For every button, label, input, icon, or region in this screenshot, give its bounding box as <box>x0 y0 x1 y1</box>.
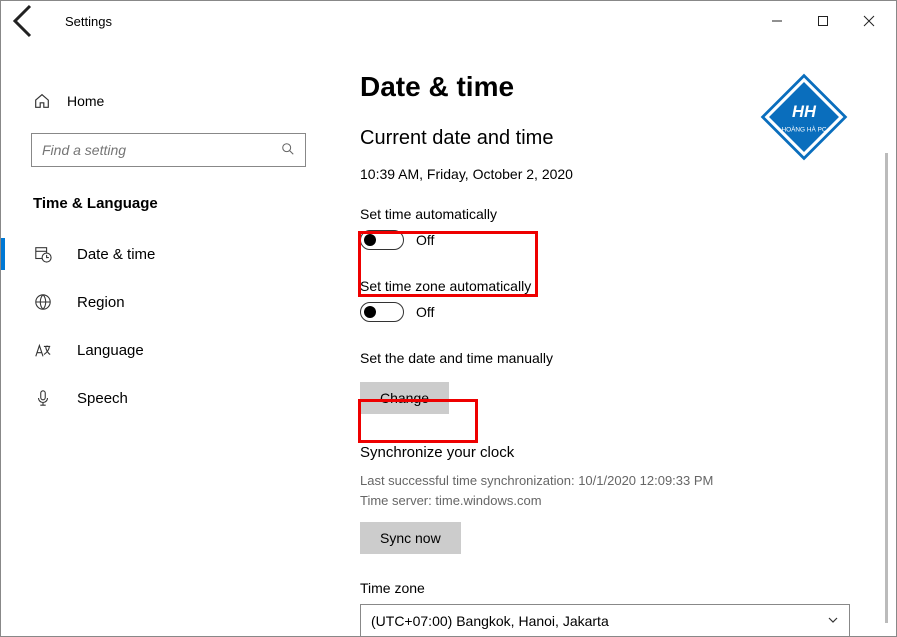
set-manual-label: Set the date and time manually <box>360 350 872 366</box>
sidebar-item-label: Speech <box>77 390 128 407</box>
language-icon <box>33 340 53 360</box>
scrollbar[interactable] <box>885 153 888 623</box>
sync-now-button[interactable]: Sync now <box>360 522 461 554</box>
set-time-auto-toggle-row: Off <box>360 230 872 250</box>
sync-heading: Synchronize your clock <box>360 444 872 461</box>
close-button[interactable] <box>846 5 892 37</box>
search-icon <box>281 142 295 159</box>
sidebar-item-language[interactable]: Language <box>1 326 336 374</box>
chevron-down-icon <box>827 613 839 629</box>
search-container <box>31 133 306 167</box>
sync-server: Time server: time.windows.com <box>360 491 872 511</box>
set-tz-auto-label: Set time zone automatically <box>360 278 872 294</box>
timezone-select[interactable]: (UTC+07:00) Bangkok, Hanoi, Jakarta <box>360 604 850 636</box>
window-title: Settings <box>65 14 112 29</box>
timezone-value: (UTC+07:00) Bangkok, Hanoi, Jakarta <box>371 613 609 629</box>
search-input[interactable] <box>31 133 306 167</box>
nav-home[interactable]: Home <box>1 79 336 123</box>
home-icon <box>33 92 51 110</box>
settings-window: Settings Home <box>0 0 897 637</box>
sidebar-item-speech[interactable]: Speech <box>1 374 336 422</box>
window-controls <box>754 5 892 37</box>
sidebar-item-label: Date & time <box>77 246 155 263</box>
logo-text: HOÀNG HÀ PC <box>781 125 826 134</box>
svg-text:HH: HH <box>792 102 817 121</box>
set-tz-auto-toggle-row: Off <box>360 302 872 322</box>
sidebar: Home Time & Language Date & time <box>1 41 336 636</box>
calendar-clock-icon <box>33 244 53 264</box>
brand-logo: HH HOÀNG HÀ PC <box>758 71 850 163</box>
sidebar-item-label: Language <box>77 342 144 359</box>
minimize-button[interactable] <box>754 5 800 37</box>
sync-section: Synchronize your clock Last successful t… <box>360 444 872 554</box>
sidebar-item-date-time[interactable]: Date & time <box>1 230 336 278</box>
sidebar-item-label: Region <box>77 294 125 311</box>
set-time-auto-toggle[interactable] <box>360 230 404 250</box>
set-time-auto-label: Set time automatically <box>360 206 872 222</box>
sidebar-group-header: Time & Language <box>1 177 336 230</box>
main-content: HH HOÀNG HÀ PC Date & time Current date … <box>336 41 896 636</box>
current-datetime-value: 10:39 AM, Friday, October 2, 2020 <box>360 166 872 182</box>
set-tz-auto-toggle[interactable] <box>360 302 404 322</box>
maximize-button[interactable] <box>800 5 846 37</box>
nav-home-label: Home <box>67 93 104 109</box>
change-button[interactable]: Change <box>360 382 449 414</box>
globe-icon <box>33 292 53 312</box>
set-time-auto-state: Off <box>416 232 434 248</box>
search-field[interactable] <box>42 142 281 158</box>
sidebar-item-region[interactable]: Region <box>1 278 336 326</box>
titlebar: Settings <box>1 1 896 41</box>
microphone-icon <box>33 388 53 408</box>
window-body: Home Time & Language Date & time <box>1 41 896 636</box>
set-tz-auto-state: Off <box>416 304 434 320</box>
back-button[interactable] <box>5 1 45 41</box>
sync-last: Last successful time synchronization: 10… <box>360 471 872 491</box>
timezone-heading: Time zone <box>360 580 872 596</box>
